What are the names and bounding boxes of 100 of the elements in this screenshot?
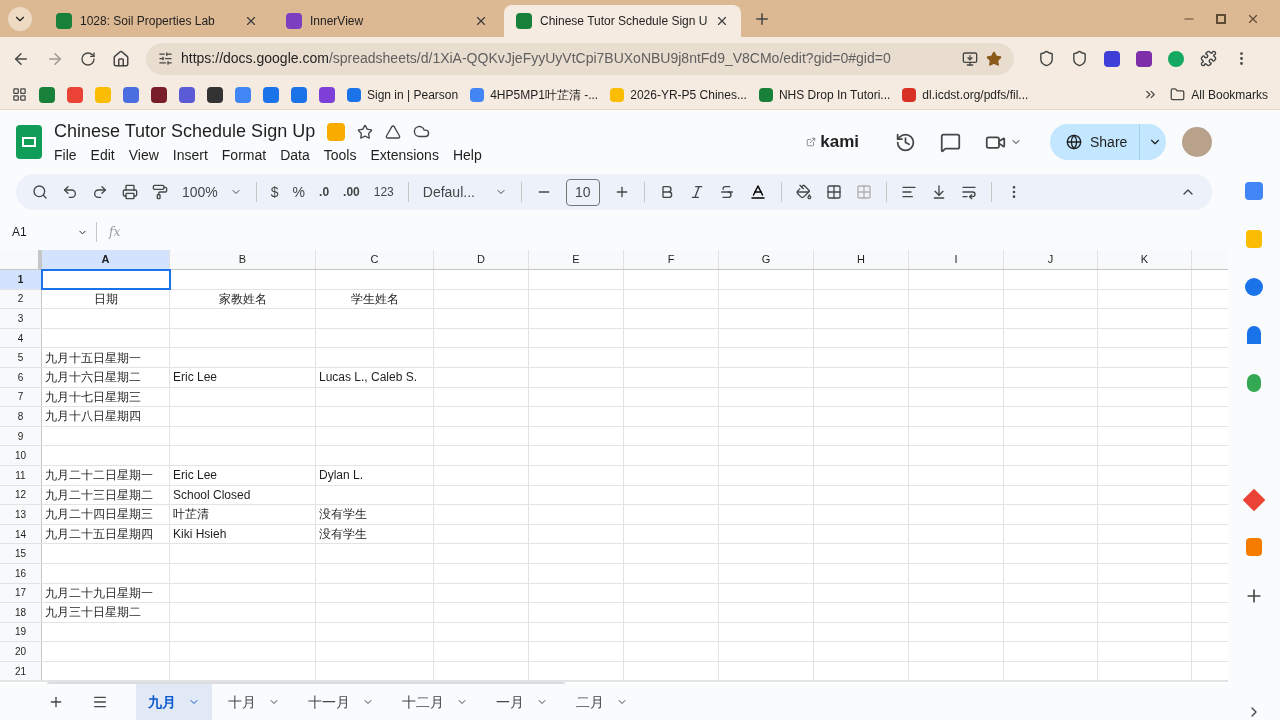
kami-button[interactable]: kami <box>806 129 859 155</box>
star-icon[interactable] <box>357 123 374 140</box>
row-header[interactable]: 10 <box>0 446 42 465</box>
extension-icon[interactable] <box>1104 50 1120 67</box>
all-sheets-icon[interactable] <box>92 694 108 710</box>
row-header[interactable]: 20 <box>0 642 42 661</box>
shield-icon[interactable] <box>1071 50 1088 67</box>
borders-icon[interactable] <box>825 184 842 200</box>
close-icon[interactable] <box>244 14 258 28</box>
bookmark-star-icon[interactable] <box>986 50 1002 67</box>
menu-item[interactable]: Tools <box>323 145 357 166</box>
reload-icon[interactable] <box>80 50 96 67</box>
sheets-logo-icon[interactable] <box>16 125 42 159</box>
bookmark-icon[interactable] <box>207 86 223 103</box>
sheet-tab[interactable]: 一月 <box>484 684 560 720</box>
drive-icon[interactable] <box>385 123 402 140</box>
merge-cells-icon[interactable] <box>855 184 872 200</box>
text-color-icon[interactable] <box>748 183 767 201</box>
print-icon[interactable] <box>122 184 138 200</box>
sheet-tab[interactable]: 九月 <box>136 684 212 720</box>
selected-cell[interactable] <box>42 270 170 289</box>
menu-item[interactable]: Data <box>280 145 310 166</box>
browser-tab[interactable]: Chinese Tutor Schedule Sign U <box>504 5 742 37</box>
number-format-button[interactable]: 123 <box>373 183 394 201</box>
zoom-select[interactable]: 100% <box>182 181 242 203</box>
column-header[interactable]: K <box>1098 250 1192 269</box>
row-header[interactable]: 8 <box>0 407 42 426</box>
extension-icon[interactable] <box>1136 50 1152 67</box>
row-header[interactable]: 3 <box>0 309 42 328</box>
sheet-tab[interactable]: 十二月 <box>390 684 480 720</box>
apps-icon[interactable] <box>12 87 27 102</box>
shield-icon[interactable] <box>1038 50 1055 67</box>
all-bookmarks-button[interactable]: All Bookmarks <box>1170 85 1268 104</box>
strikethrough-icon[interactable] <box>718 184 735 200</box>
browser-tab[interactable]: 1028: Soil Properties Lab <box>44 5 270 37</box>
search-icon[interactable] <box>32 184 48 200</box>
cloud-icon[interactable] <box>413 123 431 140</box>
bookmark-item[interactable]: dl.icdst.org/pdfs/fil... <box>902 85 1029 104</box>
column-header[interactable]: E <box>529 250 624 269</box>
tab-title: 1028: Soil Properties Lab <box>80 13 216 30</box>
column-header[interactable]: G <box>719 250 814 269</box>
document-title[interactable]: Chinese Tutor Schedule Sign Up <box>54 118 316 145</box>
tab-search-button[interactable] <box>8 6 32 31</box>
address-bar[interactable]: https://docs.google.com/spreadsheets/d/1XiA-QQKvJjeFyyUyVtCpi7BUXoNBU9j8ntFd9_V8CMo/edit?gid=0#gid=0 <box>146 42 1014 75</box>
increase-decimal-button[interactable]: .00 <box>343 183 360 201</box>
bookmark-icon[interactable] <box>151 86 167 103</box>
column-header[interactable]: D <box>434 250 529 269</box>
font-select[interactable]: Defaul... <box>422 181 507 203</box>
menu-item[interactable]: File <box>54 145 77 166</box>
fill-color-icon[interactable] <box>795 184 812 200</box>
paint-format-icon[interactable] <box>152 184 168 200</box>
column-header[interactable]: B <box>170 250 316 269</box>
share-button[interactable]: Share <box>1050 124 1166 160</box>
install-icon[interactable] <box>962 50 978 67</box>
bookmark-icon[interactable] <box>179 86 195 103</box>
menu-item[interactable]: Extensions <box>370 145 439 166</box>
close-icon[interactable] <box>474 14 488 28</box>
bookmark-item[interactable]: 2026-YR-P5 Chines... <box>610 85 747 104</box>
column-header[interactable]: F <box>624 250 719 269</box>
history-icon[interactable] <box>895 131 916 153</box>
sheet-tab[interactable]: 二月 <box>564 684 640 720</box>
bookmark-item[interactable]: NHS Drop In Tutori... <box>758 85 891 104</box>
home-icon[interactable] <box>112 49 130 68</box>
text-wrap-icon[interactable] <box>960 184 977 200</box>
decrease-decimal-button[interactable]: .0 <box>319 183 330 201</box>
bookmark-item[interactable]: 4HP5MP1叶芷清 -... <box>470 85 599 104</box>
bookmark-icon[interactable] <box>319 86 335 103</box>
redo-icon[interactable] <box>92 184 108 200</box>
column-header[interactable]: I <box>909 250 1004 269</box>
restore-icon[interactable] <box>1216 13 1226 24</box>
add-sheet-icon[interactable] <box>48 694 64 710</box>
name-box[interactable]: A1 <box>12 223 96 241</box>
menu-item[interactable]: Format <box>221 145 267 166</box>
row-header[interactable]: 13 <box>0 505 42 524</box>
menu-item[interactable]: View <box>128 145 159 166</box>
comment-icon[interactable] <box>940 131 961 153</box>
undo-icon[interactable] <box>62 184 78 200</box>
row-header[interactable]: 5 <box>0 348 42 367</box>
menu-item[interactable]: Edit <box>90 145 115 166</box>
browser-tab[interactable]: InnerView <box>274 5 500 37</box>
extensions-icon[interactable] <box>1200 50 1217 67</box>
row-header[interactable]: 18 <box>0 603 42 622</box>
font-size-field[interactable]: 10 <box>565 178 600 206</box>
row-header[interactable]: 15 <box>0 544 42 563</box>
menu-item[interactable]: Insert <box>172 145 208 166</box>
cell-text: School Closed <box>173 486 251 504</box>
column-header[interactable]: C <box>316 250 434 269</box>
align-left-icon[interactable] <box>900 184 917 200</box>
menu-item[interactable]: Help <box>452 145 482 166</box>
site-settings-icon[interactable] <box>158 51 173 66</box>
sheet-tab[interactable]: 十月 <box>216 684 292 720</box>
percent-button[interactable]: % <box>292 181 306 203</box>
column-header[interactable]: J <box>1004 250 1098 269</box>
column-header[interactable]: H <box>814 250 909 269</box>
currency-button[interactable]: $ <box>270 181 279 203</box>
column-header[interactable]: A <box>42 250 170 269</box>
sheet-tab[interactable]: 十一月 <box>296 684 386 720</box>
extension-icon[interactable] <box>1168 50 1184 67</box>
bookmark-item[interactable]: Sign in | Pearson <box>347 85 459 104</box>
row-header[interactable]: 1 <box>0 270 42 289</box>
